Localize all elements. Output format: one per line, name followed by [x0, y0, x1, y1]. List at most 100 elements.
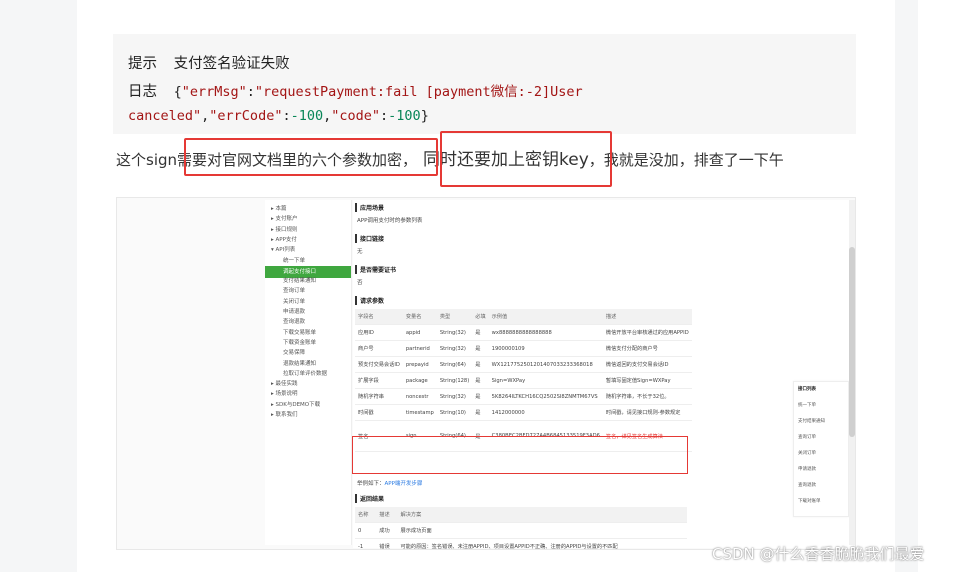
sidebar-item[interactable]: 拉取订单评价数据	[283, 369, 327, 377]
doc-toc: 接口列表统一下单支付结果通知 查询订单关闭订单申请退款查询退款下载对账单	[793, 381, 849, 517]
sidebar-item[interactable]: 交易保障	[283, 348, 305, 356]
sidebar-item[interactable]: ▸ 接口规则	[271, 225, 298, 233]
sidebar-item[interactable]: 退款结果通知	[283, 359, 316, 367]
table-cell: 微信支付分配的商户号	[602, 340, 692, 357]
table-cell: String(128)	[436, 372, 473, 389]
table-cell: String(10)	[436, 404, 473, 421]
params-table: 字段名 变量名 类型 必填 示例值 描述 应用ID appid String(32) 是 wx888…	[355, 309, 692, 452]
table-cell: prepayid	[402, 356, 437, 373]
table-cell: String(64)	[436, 356, 473, 373]
sidebar-item[interactable]: 下载交易账单	[283, 328, 316, 336]
sidebar-item[interactable]: ▸ SDK与DEMO下载	[271, 400, 320, 408]
sidebar-item[interactable]: ▸ 支付账户	[271, 214, 298, 222]
sidebar-item[interactable]: ▾ API列表	[271, 245, 295, 253]
table-cell: 随机字符串，不长于32位。	[602, 388, 692, 405]
right-column	[918, 0, 970, 572]
table-cell: WX1217752501201407033233368018	[488, 356, 603, 373]
table-cell: 0	[355, 522, 377, 539]
table-cell: 是	[472, 372, 489, 389]
toc-item[interactable]: 统一下单	[798, 402, 816, 408]
table-header: 必填	[472, 309, 489, 325]
section-title: 接口链接	[355, 234, 384, 243]
result-table: 名称 描述 解决方案 0 成功 展示成功页面 -1 错误 可能的原因：签名错误、未注册APPID…	[355, 507, 687, 549]
table-cell: 错误	[376, 538, 398, 549]
table-row: 预支付交易会话ID prepayid String(64) 是 WX1217752501…	[355, 356, 692, 373]
toc-item[interactable]: 申请退款	[798, 466, 816, 472]
sidebar-item[interactable]: 查询退款	[283, 317, 305, 325]
table-row: 应用ID appid String(32) 是 wx8888888888888888 微信…	[355, 324, 692, 341]
code-line-1: 提示 支付签名验证失败	[128, 56, 290, 72]
table-cell: partnerid	[402, 340, 437, 357]
table-header: 示例值	[488, 309, 603, 325]
sidebar-item[interactable]: ▸ 联系我们	[271, 410, 298, 418]
embedded-doc-screenshot: ▸ 本篇 ▸ 支付账户 ▸ 接口规则 ▸ APP支付 ▾ API列表 统一下单 调起支付接口…	[116, 197, 856, 550]
table-cell: 是	[472, 340, 489, 357]
code-line-3: canceled","errCode":-100,"code":-100}	[128, 108, 429, 124]
table-cell: 1900000109	[488, 340, 603, 357]
table-cell: 展示成功页面	[397, 522, 687, 539]
table-cell: appid	[402, 324, 437, 341]
table-cell: package	[402, 372, 437, 389]
table-cell: timestamp	[402, 404, 437, 421]
toc-item[interactable]: 支付结果通知	[798, 418, 825, 424]
sidebar-item[interactable]: 关闭订单	[283, 297, 305, 305]
sidebar-item[interactable]: 查询订单	[283, 286, 305, 294]
table-cell: 可能的原因：签名错误、未注册APPID、项目设置APPID不正确、注册的APPI…	[397, 538, 687, 549]
toc-item[interactable]: 下载对账单	[798, 498, 821, 504]
scrollbar-thumb[interactable]	[849, 247, 855, 437]
sidebar-item[interactable]: 支付结果通知	[283, 276, 316, 284]
table-cell: 商户号	[355, 340, 403, 357]
scrollbar[interactable]	[849, 200, 855, 545]
table-cell: 是	[472, 404, 489, 421]
table-cell: -1	[355, 538, 377, 549]
section-title: 请求参数	[355, 296, 384, 305]
sidebar-item[interactable]: ▸ 场景说明	[271, 389, 298, 397]
doc-sidebar: ▸ 本篇 ▸ 支付账户 ▸ 接口规则 ▸ APP支付 ▾ API列表 统一下单 调起支付接口…	[265, 200, 352, 545]
table-cell: String(32)	[436, 388, 473, 405]
sidebar-item[interactable]: ▸ 最佳实践	[271, 379, 298, 387]
section-title: 应用场景	[355, 203, 384, 212]
table-cell: 1412000000	[488, 404, 603, 421]
table-row: -1 错误 可能的原因：签名错误、未注册APPID、项目设置APPID不正确、注册的…	[355, 538, 687, 549]
highlight-box-params	[184, 138, 438, 176]
sidebar-item[interactable]: 下载资金账单	[283, 338, 316, 346]
sidebar-item[interactable]: 申请退款	[283, 307, 305, 315]
sidebar-item[interactable]: 统一下单	[283, 256, 305, 264]
toc-item[interactable]: 关闭订单	[798, 450, 816, 456]
code-line-2: 日志 {"errMsg":"requestPayment:fail [payme…	[128, 84, 583, 100]
toc-item[interactable]: 接口列表	[798, 386, 816, 392]
table-cell: Sign=WXPay	[488, 372, 603, 389]
table-cell: 应用ID	[355, 324, 403, 341]
table-row: 时间戳 timestamp String(10) 是 1412000000 时间戳，请见接…	[355, 404, 692, 421]
table-row: 商户号 partnerid String(32) 是 1900000109 微信支付分配的…	[355, 340, 692, 357]
table-header: 变量名	[402, 309, 437, 325]
table-cell: 是	[472, 356, 489, 373]
table-cell: 扩展字段	[355, 372, 403, 389]
table-row: 随机字符串 noncestr String(32) 是 5K8264ILTKCH16CQ…	[355, 388, 692, 405]
table-row: 扩展字段 package String(128) 是 Sign=WXPay 暂填写固定值S…	[355, 372, 692, 389]
highlight-box-key	[440, 131, 612, 187]
table-cell: String(32)	[436, 324, 473, 341]
sidebar-item[interactable]: ▸ APP支付	[271, 235, 297, 243]
table-cell: 预支付交易会话ID	[355, 356, 403, 373]
table-cell: 5K8264ILTKCH16CQ2502SI8ZNMTM67VS	[488, 388, 603, 405]
table-cell: 时间戳	[355, 404, 403, 421]
table-cell: wx8888888888888888	[488, 324, 603, 341]
toc-item[interactable]: 查询退款	[798, 482, 816, 488]
table-header: 类型	[436, 309, 473, 325]
sidebar-item[interactable]: ▸ 本篇	[271, 204, 287, 212]
table-row: 0 成功 展示成功页面	[355, 522, 687, 539]
toc-item[interactable]: 查询订单	[798, 434, 816, 440]
table-header: 描述	[602, 309, 692, 325]
table-header: 解决方案	[397, 507, 687, 523]
example-link[interactable]: APP端开发步骤	[385, 481, 423, 487]
table-cell: 成功	[376, 522, 398, 539]
section-text: 无	[357, 249, 363, 255]
table-cell: 暂填写固定值Sign=WXPay	[602, 372, 692, 389]
table-cell: 是	[472, 388, 489, 405]
section-text: APP调用支付时的参数列表	[357, 218, 423, 224]
section-text: 否	[357, 280, 363, 286]
table-cell: 是	[472, 324, 489, 341]
table-header: 名称	[355, 507, 377, 523]
highlight-box-sign-row	[352, 436, 688, 474]
